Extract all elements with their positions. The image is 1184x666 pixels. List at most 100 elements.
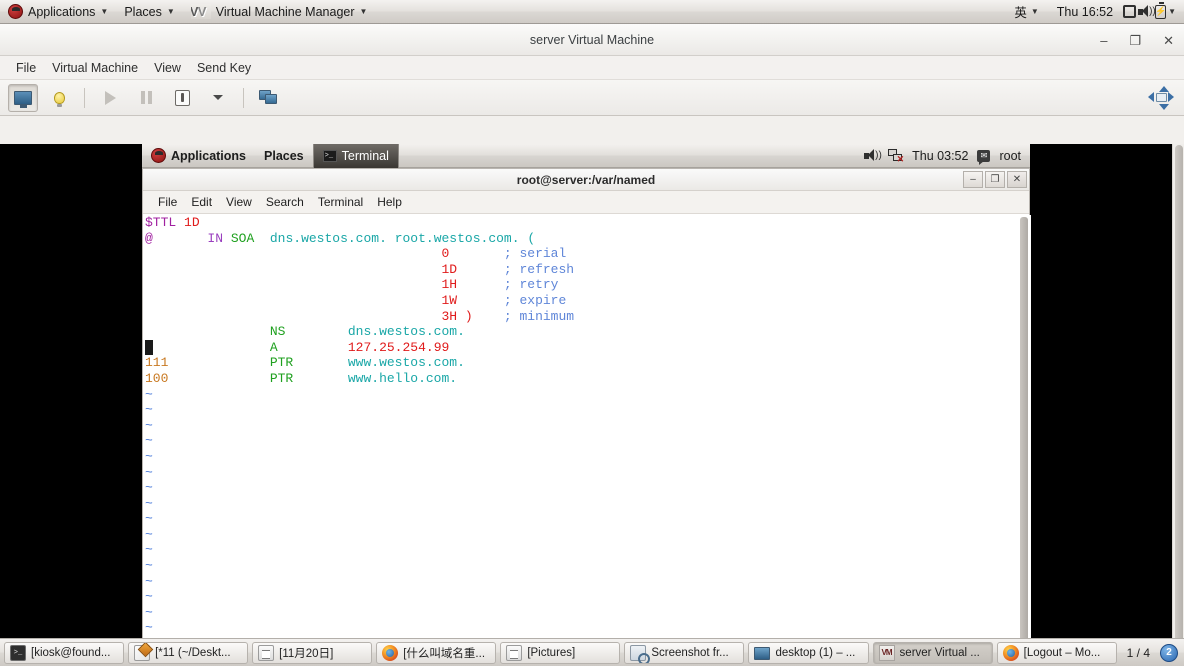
workspace-badge[interactable]: 2 [1160,643,1178,662]
menu-virtual-machine[interactable]: Virtual Machine [44,58,146,78]
taskbar-item-4[interactable]: [Pictures] [500,641,621,664]
close-button[interactable]: ✕ [1163,34,1174,47]
terminal-minimize-button[interactable]: ‒ [963,171,983,188]
vim-empty-line-4: ~ [145,448,153,464]
vim-line-soa-field-3: 1W ; expire [441,292,567,308]
taskbar-item-label: server Virtual ... [899,646,980,659]
run-button[interactable] [95,84,125,112]
pause-button[interactable] [131,84,161,112]
vim-empty-line-8: ~ [145,511,153,527]
vim-line-record-1: A 127.25.254.99 [145,339,1013,356]
show-console-button[interactable] [8,83,38,112]
input-method-indicator[interactable]: 英 ▼ [1006,0,1046,24]
firefox-icon [382,644,399,661]
guest-applications-menu[interactable]: Applications [142,144,255,168]
minimize-button[interactable]: ‒ [1100,34,1107,47]
chevron-down-icon: ▼ [166,6,175,16]
screenshot-icon [630,644,651,663]
terminal-menu-file[interactable]: File [151,193,184,211]
taskbar-item-5[interactable]: Screenshot fr... [624,641,745,664]
volume-icon[interactable]: )) [864,149,882,162]
user-icon: ✉ [977,149,991,165]
monitor-icon [754,646,771,660]
menu-view[interactable]: View [146,58,189,78]
terminal-scrollbar-thumb[interactable] [1020,217,1028,657]
vim-line-soa-field-4: 3H ) ; minimum [441,308,575,324]
vim-line-soa-field-2: 1H ; retry [441,277,559,293]
taskbar-item-6[interactable]: desktop (1) – ... [748,641,869,664]
pause-icon [140,91,152,104]
terminal-close-button[interactable]: ✕ [1007,171,1027,188]
taskbar-item-8[interactable]: [Logout – Mo... [996,641,1117,664]
terminal-window: root@server:/var/named ‒ ❐ ✕ File Edit V… [142,168,1031,662]
vim-empty-line-1: ~ [145,402,153,418]
show-details-button[interactable] [44,84,74,112]
host-clock[interactable]: Thu 16:52 [1049,0,1121,24]
workspace-pager[interactable]: 1 / 4 [1121,646,1156,660]
vmm-viewport-scrollbar[interactable] [1172,144,1184,662]
vim-empty-line-11: ~ [145,558,153,574]
taskbar-item-2[interactable]: [11月20日] [252,641,373,664]
toolbar-separator [243,87,244,108]
chevron-down-icon [213,95,223,100]
chevron-down-icon: ▼ [100,6,109,16]
maximize-button[interactable]: ❐ [1129,34,1141,47]
menu-file[interactable]: File [8,58,44,78]
snapshots-button[interactable] [254,84,284,112]
monitor-icon [14,90,32,108]
terminal-icon: >_ [322,149,337,162]
host-active-app-label: Virtual Machine Manager [215,4,355,19]
terminal-menu-terminal[interactable]: Terminal [311,193,370,211]
host-taskbar: >_ [kiosk@found... [*11 (~/Deskt... [11月20日… [0,638,1184,666]
taskbar-item-label: [*11 (~/Deskt... [155,646,231,659]
fullscreen-button[interactable] [1146,84,1176,112]
display-icon[interactable] [1123,5,1137,18]
vim-editor-buffer[interactable]: $TTL 1D @ IN SOA dns.westos.com. root.wes… [145,215,1013,662]
menu-send-key[interactable]: Send Key [189,58,259,78]
vim-line-soa-field-0: 0 ; serial [441,246,567,262]
shutdown-button[interactable] [167,84,197,112]
vim-empty-line-0: ~ [145,386,153,402]
vmm-viewport-scrollbar-thumb[interactable] [1175,145,1183,659]
vim-empty-line-9: ~ [145,526,153,542]
taskbar-item-1[interactable]: [*11 (~/Deskt... [128,641,249,664]
taskbar-item-0[interactable]: >_ [kiosk@found... [4,641,125,664]
terminal-menu-help[interactable]: Help [370,193,409,211]
host-applications-label: Applications [28,4,96,19]
vm-console-viewport[interactable]: Applications Places >_ Terminal )) ✕ Thu… [0,144,1172,662]
volume-icon[interactable]: )) [1138,5,1156,18]
host-places-menu[interactable]: Places ▼ [116,0,182,24]
shutdown-options-button[interactable] [203,84,233,112]
battery-icon[interactable]: ⚡ [1155,2,1166,19]
host-applications-menu[interactable]: Applications ▼ [0,0,116,24]
network-disconnected-icon[interactable]: ✕ [888,149,904,164]
terminal-body[interactable]: $TTL 1D @ IN SOA dns.westos.com. root.wes… [143,215,1031,662]
terminal-scrollbar[interactable] [1019,217,1029,661]
terminal-menu-edit[interactable]: Edit [184,193,219,211]
taskbar-item-7[interactable]: VM server Virtual ... [872,641,993,664]
vim-empty-line-12: ~ [145,573,153,589]
terminal-menu-search[interactable]: Search [259,193,311,211]
chevron-down-icon[interactable]: ▼ [1168,7,1176,16]
host-active-app-menu[interactable]: VV Virtual Machine Manager ▼ [183,0,376,24]
terminal-window-title: root@server:/var/named [516,172,656,187]
guest-places-menu[interactable]: Places [255,144,313,168]
guest-user-label[interactable]: root [999,149,1021,163]
vim-empty-line-14: ~ [145,604,153,620]
terminal-menu-view[interactable]: View [219,193,259,211]
taskbar-item-3[interactable]: [什么叫域名重... [376,641,497,664]
taskbar-item-label: [kiosk@found... [31,646,111,659]
vmm-toolbar [0,80,1184,116]
guest-clock-label[interactable]: Thu 03:52 [912,149,968,163]
host-places-label: Places [124,4,162,19]
terminal-maximize-button[interactable]: ❐ [985,171,1005,188]
document-icon [506,644,523,661]
guest-terminal-task-label: Terminal [341,148,389,163]
taskbar-item-label: [11月20日] [279,647,334,660]
taskbar-item-label: desktop (1) – ... [775,646,856,659]
terminal-titlebar: root@server:/var/named ‒ ❐ ✕ [143,169,1029,191]
taskbar-item-label: [Pictures] [527,646,576,659]
vmm-window-title: server Virtual Machine [529,32,655,47]
chevron-down-icon: ▼ [1030,6,1039,16]
guest-taskbar-item-terminal[interactable]: >_ Terminal [312,144,399,168]
